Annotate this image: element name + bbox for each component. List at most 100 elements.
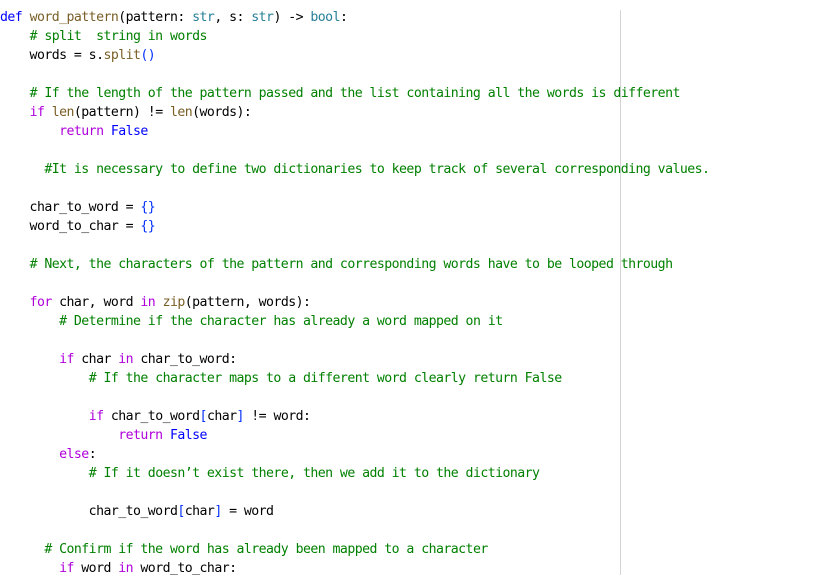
code-editor[interactable]: def word_pattern(pattern: str, s: str) -… xyxy=(0,0,834,575)
code-line[interactable]: # split string in words xyxy=(0,27,709,46)
code-token: = word xyxy=(221,504,274,519)
code-token: False xyxy=(110,124,149,139)
code-line[interactable] xyxy=(0,388,709,407)
code-token: char, word xyxy=(51,295,141,310)
code-token: {} xyxy=(140,219,156,234)
code-token: def xyxy=(0,10,23,25)
code-line[interactable] xyxy=(0,483,709,502)
code-token: if xyxy=(88,409,104,424)
code-token: #It is necessary to define two dictionar… xyxy=(44,162,710,177)
code-token: char xyxy=(206,409,237,424)
code-token: zip xyxy=(162,295,186,310)
code-token: return xyxy=(59,124,104,139)
code-token: else xyxy=(59,447,89,462)
code-token: ) != xyxy=(133,105,170,120)
code-token: ): xyxy=(236,105,252,120)
code-token: {} xyxy=(140,200,156,215)
code-line[interactable]: # If the length of the pattern passed an… xyxy=(0,84,709,103)
code-token: pattern xyxy=(125,10,178,25)
code-token: word_to_char: xyxy=(133,561,237,575)
code-line[interactable]: if char_to_word[char] != word: xyxy=(0,407,709,426)
code-token: in xyxy=(118,352,134,367)
code-line[interactable]: # If it doesn’t exist there, then we add… xyxy=(0,464,709,483)
code-token: # split string in words xyxy=(29,29,208,44)
code-token: s xyxy=(229,10,237,25)
code-token: [ xyxy=(199,409,208,424)
code-token: ): xyxy=(295,295,311,310)
code-line[interactable]: # If the character maps to a different w… xyxy=(0,369,709,388)
code-token: != word: xyxy=(243,409,311,424)
code-token: if xyxy=(59,561,74,575)
code-token: # Confirm if the word has already been m… xyxy=(44,542,488,557)
code-line[interactable]: char_to_word[char] = word xyxy=(0,502,709,521)
code-line[interactable]: char_to_word = {} xyxy=(0,198,709,217)
code-token: str xyxy=(192,10,215,25)
code-token: ) -> xyxy=(273,10,311,25)
code-token: word xyxy=(73,561,119,575)
code-token: char_to_word xyxy=(103,409,200,424)
code-line[interactable]: else: xyxy=(0,445,709,464)
code-line[interactable]: if char in char_to_word: xyxy=(0,350,709,369)
code-token: () xyxy=(140,48,156,63)
code-token: char_to_word xyxy=(0,504,178,519)
code-area[interactable]: def word_pattern(pattern: str, s: str) -… xyxy=(0,8,710,575)
code-token: pattern xyxy=(81,105,134,120)
code-line[interactable]: def word_pattern(pattern: str, s: str) -… xyxy=(0,8,709,27)
code-token: [ xyxy=(177,504,185,519)
code-line[interactable] xyxy=(0,274,709,293)
code-token: in xyxy=(140,295,156,310)
code-token: # Next, the characters of the pattern an… xyxy=(29,257,673,272)
code-token: : xyxy=(88,447,97,462)
code-token: char xyxy=(184,504,215,519)
code-line[interactable]: words = s.split() xyxy=(0,46,709,65)
code-line[interactable]: if len(pattern) != len(words): xyxy=(0,103,709,122)
code-token: ] xyxy=(214,504,222,519)
code-token: if xyxy=(59,352,74,367)
code-token: pattern, words xyxy=(192,295,296,310)
code-token: # If it doesn’t exist there, then we add… xyxy=(88,466,540,481)
code-line[interactable]: if word in word_to_char: xyxy=(0,559,709,575)
code-line[interactable]: return False xyxy=(0,426,709,445)
code-line[interactable]: word_to_char = {} xyxy=(0,217,709,236)
code-line[interactable] xyxy=(0,236,709,255)
code-token: return xyxy=(118,428,163,443)
code-token: len xyxy=(51,105,75,120)
code-token: # Determine if the character has already… xyxy=(59,314,503,329)
code-token: bool xyxy=(310,10,340,25)
code-line[interactable] xyxy=(0,141,709,160)
code-token: words = s. xyxy=(0,48,104,63)
code-line[interactable] xyxy=(0,521,709,540)
code-token: ] xyxy=(236,409,245,424)
code-line[interactable] xyxy=(0,179,709,198)
code-line[interactable]: for char, word in zip(pattern, words): xyxy=(0,293,709,312)
code-line[interactable]: #It is necessary to define two dictionar… xyxy=(0,160,710,179)
code-token: words xyxy=(199,105,238,120)
code-line[interactable]: # Determine if the character has already… xyxy=(0,312,709,331)
code-token: if xyxy=(29,105,45,120)
code-line[interactable]: # Next, the characters of the pattern an… xyxy=(0,255,709,274)
code-line[interactable]: # Confirm if the word has already been m… xyxy=(0,540,709,559)
code-token: : xyxy=(339,10,348,25)
code-line[interactable] xyxy=(0,331,709,350)
code-line[interactable]: return False xyxy=(0,122,709,141)
code-line[interactable] xyxy=(0,65,709,84)
code-token: ( xyxy=(118,10,126,25)
